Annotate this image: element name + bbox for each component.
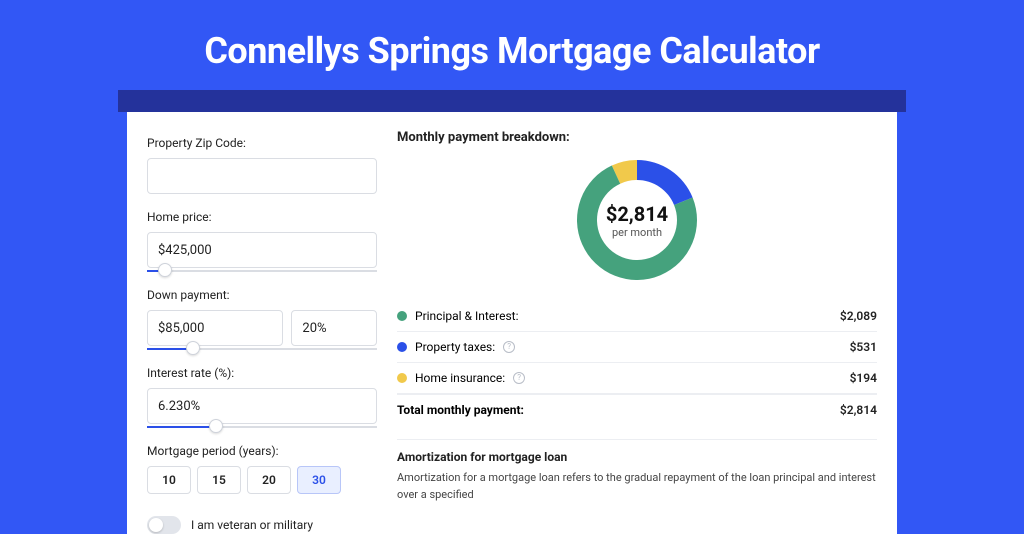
down-payment-label: Down payment: [147, 288, 377, 302]
down-payment-slider[interactable] [147, 344, 377, 354]
slider-thumb[interactable] [186, 341, 200, 355]
breakdown-row: Property taxes:? $531 [397, 332, 877, 363]
veteran-toggle[interactable] [147, 516, 181, 534]
breakdown-column: Monthly payment breakdown: $2,814 per mo… [387, 130, 877, 534]
legend-dot [397, 342, 407, 352]
legend-dot [397, 311, 407, 321]
info-icon[interactable]: ? [513, 372, 525, 384]
breakdown-label: Principal & Interest: [415, 309, 519, 323]
total-value: $2,814 [840, 403, 877, 417]
veteran-toggle-row: I am veteran or military [147, 516, 377, 534]
toggle-knob [149, 518, 163, 532]
period-option-20[interactable]: 20 [247, 466, 291, 494]
mortgage-period-options: 10152030 [147, 466, 377, 494]
breakdown-label: Property taxes: [415, 340, 495, 354]
amortization-title: Amortization for mortgage loan [397, 450, 877, 464]
interest-rate-input[interactable] [147, 388, 377, 424]
page-title: Connellys Springs Mortgage Calculator [0, 0, 1024, 90]
breakdown-value: $531 [850, 340, 877, 354]
donut-slice [637, 160, 693, 205]
inputs-column: Property Zip Code: Home price: Down paym… [147, 130, 387, 534]
total-row: Total monthly payment: $2,814 [397, 394, 877, 425]
veteran-toggle-label: I am veteran or military [191, 518, 313, 532]
total-label: Total monthly payment: [397, 403, 524, 417]
mortgage-period-label: Mortgage period (years): [147, 444, 377, 458]
home-price-label: Home price: [147, 210, 377, 224]
period-option-30[interactable]: 30 [297, 466, 341, 494]
period-option-15[interactable]: 15 [197, 466, 241, 494]
breakdown-label: Home insurance: [415, 371, 505, 385]
down-payment-amount-input[interactable] [147, 310, 283, 346]
breakdown-value: $194 [850, 371, 877, 385]
header-strip [118, 90, 906, 112]
breakdown-row: Home insurance:? $194 [397, 363, 877, 394]
period-option-10[interactable]: 10 [147, 466, 191, 494]
slider-thumb[interactable] [209, 419, 223, 433]
legend-dot [397, 373, 407, 383]
zip-input[interactable] [147, 158, 377, 194]
interest-rate-label: Interest rate (%): [147, 366, 377, 380]
amortization-section: Amortization for mortgage loan Amortizat… [397, 439, 877, 503]
donut-svg [572, 155, 702, 285]
info-icon[interactable]: ? [503, 341, 515, 353]
slider-thumb[interactable] [158, 263, 172, 277]
donut-chart: $2,814 per month [572, 155, 702, 285]
breakdown-title: Monthly payment breakdown: [397, 130, 877, 145]
interest-rate-slider[interactable] [147, 422, 377, 432]
down-payment-percent-input[interactable] [291, 310, 377, 346]
zip-label: Property Zip Code: [147, 136, 377, 150]
breakdown-value: $2,089 [840, 309, 877, 323]
home-price-slider[interactable] [147, 266, 377, 276]
home-price-input[interactable] [147, 232, 377, 268]
calculator-panel: Property Zip Code: Home price: Down paym… [127, 112, 897, 534]
breakdown-row: Principal & Interest: $2,089 [397, 301, 877, 332]
amortization-text: Amortization for a mortgage loan refers … [397, 470, 877, 503]
